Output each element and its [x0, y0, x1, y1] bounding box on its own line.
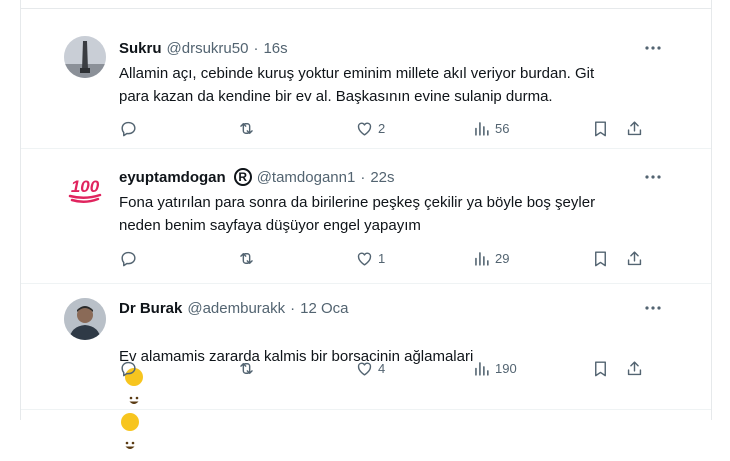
tweet-text: Fona yatırılan para sonra da birilerine …	[119, 194, 596, 234]
bookmark-button[interactable]	[591, 117, 610, 139]
like-button[interactable]: 1	[355, 247, 385, 269]
handle[interactable]: @ademburakk	[187, 300, 285, 317]
avatar[interactable]	[64, 298, 106, 340]
handle[interactable]: @drsukru50	[167, 40, 249, 57]
views-icon	[475, 251, 489, 266]
view-count: 190	[495, 360, 517, 376]
like-count: 2	[378, 120, 386, 136]
reply-button[interactable]	[119, 357, 138, 379]
views-button[interactable]: 56	[472, 117, 509, 139]
separator-dot: ·	[360, 168, 366, 186]
person-photo-avatar	[64, 298, 106, 340]
more-icon[interactable]	[643, 298, 663, 318]
avatar[interactable]: 100	[64, 166, 106, 208]
handle[interactable]: @tamdogann1	[257, 169, 356, 186]
grinning-face-emoji	[121, 413, 139, 449]
like-count: 1	[378, 250, 386, 266]
tweet-text: Ev alamamis zararda kalmis bir borsacini…	[119, 322, 679, 458]
more-icon[interactable]	[643, 38, 663, 58]
share-icon	[627, 250, 642, 265]
share-button[interactable]	[625, 117, 644, 139]
like-button[interactable]: 2	[355, 117, 385, 139]
like-button[interactable]: 4	[355, 357, 385, 379]
like-icon	[357, 252, 372, 266]
registered-badge: R	[233, 168, 252, 186]
like-icon	[357, 122, 372, 136]
reply-button[interactable]	[119, 117, 138, 139]
display-name[interactable]: Dr Burak	[119, 300, 182, 317]
more-icon[interactable]	[643, 167, 663, 187]
tweet[interactable]: Dr Burak @ademburakk · 12 Oca Ev alamami…	[21, 284, 711, 449]
tweet[interactable]: 100 eyuptamdogan R @tamdogann1 · 22s Fon…	[21, 149, 711, 284]
display-name[interactable]: Sukru	[119, 40, 162, 57]
tweet-header: eyuptamdogan R @tamdogann1 · 22s	[119, 166, 395, 188]
bookmark-icon	[595, 120, 606, 136]
divider	[21, 409, 711, 410]
bookmark-button[interactable]	[591, 247, 610, 269]
share-icon	[627, 360, 642, 375]
retweet-icon	[240, 362, 253, 374]
view-count: 29	[495, 250, 510, 266]
views-button[interactable]: 29	[472, 247, 509, 269]
bookmark-button[interactable]	[591, 357, 610, 379]
reply-icon	[121, 361, 136, 376]
share-icon	[627, 120, 642, 135]
retweet-icon	[240, 252, 253, 264]
timestamp[interactable]: 22s	[370, 169, 394, 186]
monument-photo-avatar	[64, 36, 106, 78]
views-icon	[475, 361, 489, 376]
like-count: 4	[378, 360, 386, 376]
share-button[interactable]	[625, 247, 644, 269]
share-button[interactable]	[625, 357, 644, 379]
retweet-button[interactable]	[237, 117, 256, 139]
views-button[interactable]: 190	[472, 357, 517, 379]
tweet[interactable]: Sukru @drsukru50 · 16s Allamin açı, cebi…	[21, 9, 711, 149]
timestamp[interactable]: 16s	[263, 40, 287, 57]
bookmark-icon	[595, 250, 606, 266]
hundred-points-emoji-avatar: 100	[68, 177, 102, 203]
reply-icon	[121, 251, 136, 266]
timestamp[interactable]: 12 Oca	[300, 300, 348, 317]
reply-button[interactable]	[119, 247, 138, 269]
tweet-text: Allamin açı, cebinde kuruş yoktur eminim…	[119, 65, 595, 105]
retweet-icon	[240, 122, 253, 134]
separator-dot: ·	[290, 299, 296, 317]
tweet-header: Sukru @drsukru50 · 16s	[119, 37, 288, 59]
action-bar: 2 56	[119, 117, 681, 139]
bookmark-icon	[595, 360, 606, 376]
svg-text:100: 100	[71, 177, 100, 196]
avatar[interactable]	[64, 36, 106, 78]
views-icon	[475, 121, 489, 136]
action-bar: 1 29	[119, 247, 681, 269]
action-bar: 4 190	[119, 357, 681, 379]
display-name[interactable]: eyuptamdogan	[119, 169, 226, 186]
view-count: 56	[495, 120, 510, 136]
tweet-header: Dr Burak @ademburakk · 12 Oca	[119, 297, 349, 319]
reply-icon	[121, 121, 136, 136]
like-icon	[357, 362, 372, 376]
retweet-button[interactable]	[237, 357, 256, 379]
timeline: Sukru @drsukru50 · 16s Allamin açı, cebi…	[20, 0, 712, 449]
separator-dot: ·	[253, 39, 259, 57]
retweet-button[interactable]	[237, 247, 256, 269]
